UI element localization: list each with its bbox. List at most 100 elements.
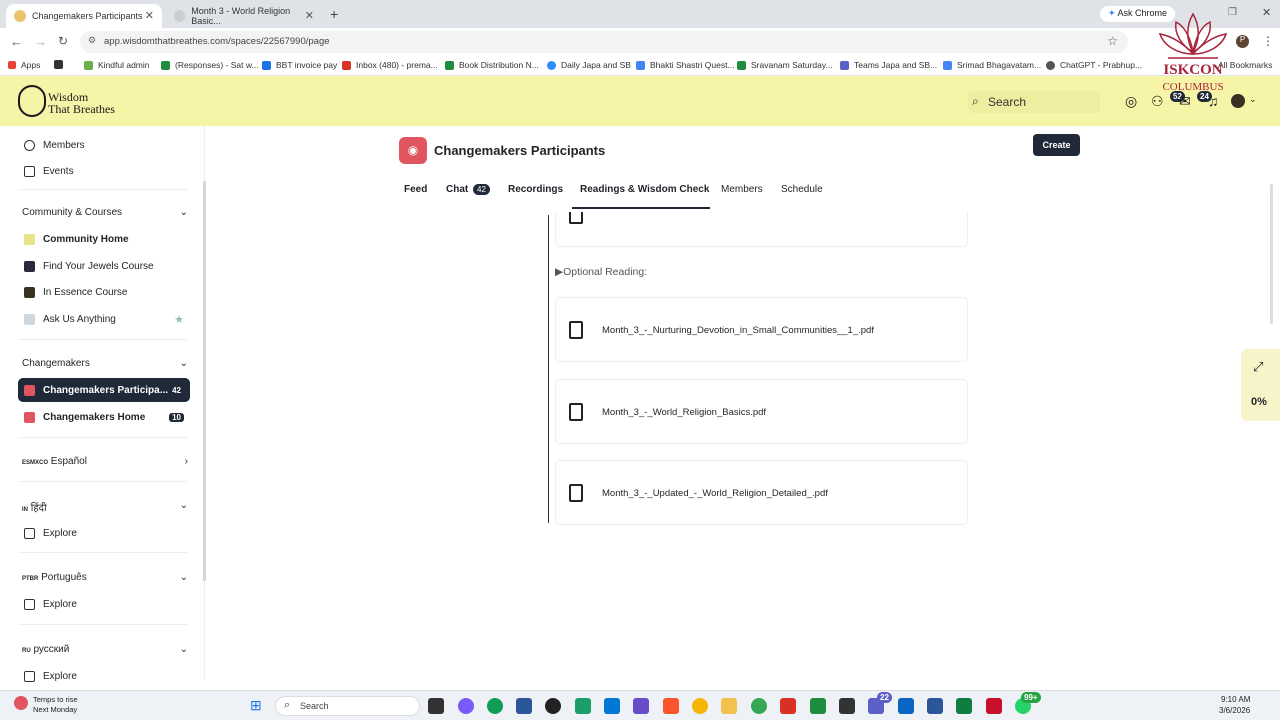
bookmark-star-icon[interactable]: ☆: [1107, 34, 1118, 48]
calculator-icon[interactable]: [810, 698, 826, 714]
sidebar-item-members[interactable]: Members: [18, 133, 190, 157]
spaces-icon[interactable]: ◎: [1125, 93, 1137, 110]
store-icon[interactable]: [516, 698, 532, 714]
photos-icon[interactable]: [898, 698, 914, 714]
file-name[interactable]: Month_3_-_Updated_-_World_Religion_Detai…: [602, 488, 828, 499]
chrome-menu-icon[interactable]: ⋮: [1262, 34, 1274, 48]
close-tab-icon[interactable]: ✕: [305, 9, 314, 22]
reload-icon[interactable]: ↻: [58, 34, 68, 48]
copilot-icon[interactable]: [458, 698, 474, 714]
browser-tab-active[interactable]: Changemakers Participants ✕: [6, 4, 162, 28]
publisher-icon[interactable]: [956, 698, 972, 714]
chrome-icon[interactable]: [751, 698, 767, 714]
pin-star-icon[interactable]: ★: [174, 313, 184, 326]
zoom-icon: [547, 60, 556, 70]
browser-toolbar: ← → ↻ ⚙ app.wisdomthatbreathes.com/space…: [0, 28, 1280, 56]
bookmark-item[interactable]: Kindful admin: [84, 60, 150, 70]
taskbar-search[interactable]: ⌕ Search: [275, 696, 420, 716]
weather-line-2[interactable]: Next Monday: [33, 705, 77, 714]
bookmark-item[interactable]: Srimad Bhagavatam...: [943, 60, 1041, 70]
bookmark-item[interactable]: BBT invoice pay: [262, 60, 337, 70]
close-window-icon[interactable]: ✕: [1262, 6, 1271, 19]
tab-readings-wisdom-check[interactable]: Readings & Wisdom Check: [580, 184, 709, 195]
site-info-icon[interactable]: ⚙: [88, 35, 96, 46]
expand-icon[interactable]: ⤢: [1253, 359, 1263, 375]
edge-icon[interactable]: [487, 698, 503, 714]
tab-recordings[interactable]: Recordings: [508, 184, 563, 195]
bookmark-item[interactable]: (Responses) - Sat w...: [161, 60, 259, 70]
section-header-changemakers[interactable]: Changemakers ⌄: [22, 358, 188, 369]
progress-widget[interactable]: ⤢ 0%: [1241, 349, 1280, 421]
windows-start-icon[interactable]: ⊞: [250, 697, 262, 714]
tab-schedule[interactable]: Schedule: [781, 184, 823, 195]
chevron-down-icon: ⌄: [179, 207, 188, 218]
file-card-partial[interactable]: [555, 212, 968, 247]
weather-line-1[interactable]: Temps to rise: [33, 695, 78, 704]
clock-date[interactable]: 3/6/2026: [1219, 706, 1250, 715]
app-icon[interactable]: [575, 698, 591, 714]
address-bar[interactable]: ⚙ app.wisdomthatbreathes.com/spaces/2256…: [80, 31, 1128, 53]
tab-feed[interactable]: Feed: [404, 184, 427, 195]
bookmark-item[interactable]: Book Distribution N...: [445, 60, 539, 70]
search-input[interactable]: ⌕ Search: [968, 91, 1100, 113]
tab-members[interactable]: Members: [721, 184, 763, 195]
file-explorer-icon[interactable]: [721, 698, 737, 714]
bookmark-item[interactable]: Teams Japa and SB...: [840, 60, 937, 70]
sidebar-item-events[interactable]: Events: [18, 159, 190, 183]
word-icon[interactable]: [927, 698, 943, 714]
brave-icon[interactable]: [663, 698, 679, 714]
page-scrollbar[interactable]: [1270, 184, 1273, 324]
bookmark-item[interactable]: Sravanam Saturday...: [737, 60, 833, 70]
sidebar-scrollbar[interactable]: [203, 181, 206, 581]
tab-chat[interactable]: Chat: [446, 184, 468, 195]
sidebar-item-essence-course[interactable]: In Essence Course: [18, 280, 190, 304]
app-icon[interactable]: [633, 698, 649, 714]
section-header-portugues[interactable]: PTBR Português ⌄: [22, 572, 188, 583]
browser-tab[interactable]: Month 3 - World Religion Basic... ✕: [166, 4, 322, 28]
bookmark-apps[interactable]: Apps: [8, 60, 40, 70]
sidebar-item-ask-us-anything[interactable]: Ask Us Anything ★: [18, 307, 190, 331]
sidebar-item-changemakers-home[interactable]: Changemakers Home 10: [18, 405, 190, 429]
sidebar-item-changemakers-participants[interactable]: Changemakers Participa... 42: [18, 378, 190, 402]
sidebar-item-explore-portugues[interactable]: Explore: [18, 592, 190, 616]
sidebar-item-community-home[interactable]: Community Home: [18, 227, 190, 251]
chrome-icon[interactable]: [692, 698, 708, 714]
bookmark-item[interactable]: Bhakti Shastri Quest...: [636, 60, 735, 70]
bookmark-item[interactable]: Inbox (480) - prema...: [342, 60, 438, 70]
file-attachment[interactable]: Month_3_-_Updated_-_World_Religion_Detai…: [555, 460, 968, 525]
mcafee-icon[interactable]: [986, 698, 1002, 714]
new-tab-button[interactable]: +: [330, 6, 338, 22]
create-button[interactable]: Create: [1033, 134, 1080, 156]
divider: [18, 481, 188, 482]
file-attachment[interactable]: Month_3_-_Nurturing_Devotion_in_Small_Co…: [555, 297, 968, 362]
outlook-icon[interactable]: [604, 698, 620, 714]
bookmark-item[interactable]: ChatGPT - Prabhup...: [1046, 60, 1142, 70]
section-header-espanol[interactable]: ESMXCO Español ›: [22, 456, 188, 467]
clock-time[interactable]: 9:10 AM: [1221, 695, 1250, 704]
sidebar-item-jewels-course[interactable]: Find Your Jewels Course: [18, 254, 190, 278]
section-header-hindi[interactable]: IN हिंदी ⌄: [22, 500, 188, 514]
app-logo[interactable]: Wisdom That Breathes: [48, 91, 115, 115]
back-icon[interactable]: ←: [10, 34, 23, 49]
dell-icon[interactable]: [545, 698, 561, 714]
notepad-icon[interactable]: [839, 698, 855, 714]
file-name[interactable]: Month_3_-_World_Religion_Basics.pdf: [602, 407, 766, 418]
bell-icon[interactable]: ♫: [1208, 93, 1219, 109]
file-name[interactable]: Month_3_-_Nurturing_Devotion_in_Small_Co…: [602, 325, 874, 336]
add-member-icon[interactable]: ⚇: [1151, 93, 1164, 110]
user-avatar[interactable]: [1231, 94, 1245, 108]
section-header-community[interactable]: Community & Courses ⌄: [22, 207, 188, 218]
acrobat-icon[interactable]: [780, 698, 796, 714]
chevron-down-icon[interactable]: ⌄: [1249, 94, 1257, 105]
optional-reading-toggle[interactable]: ▶Optional Reading:: [555, 266, 647, 278]
sidebar-item-explore-hindi[interactable]: Explore: [18, 521, 190, 545]
bookmark-grid[interactable]: [54, 60, 68, 69]
section-header-russian[interactable]: RU русский ⌄: [22, 644, 188, 655]
close-tab-icon[interactable]: ✕: [145, 9, 154, 22]
file-attachment[interactable]: Month_3_-_World_Religion_Basics.pdf: [555, 379, 968, 444]
sidebar-item-explore-russian[interactable]: Explore: [18, 664, 190, 688]
task-view-icon[interactable]: [428, 698, 444, 714]
forward-icon[interactable]: →: [34, 34, 47, 49]
chat-icon[interactable]: ✉: [1179, 93, 1191, 110]
bookmark-item[interactable]: Daily Japa and SB: [547, 60, 631, 70]
